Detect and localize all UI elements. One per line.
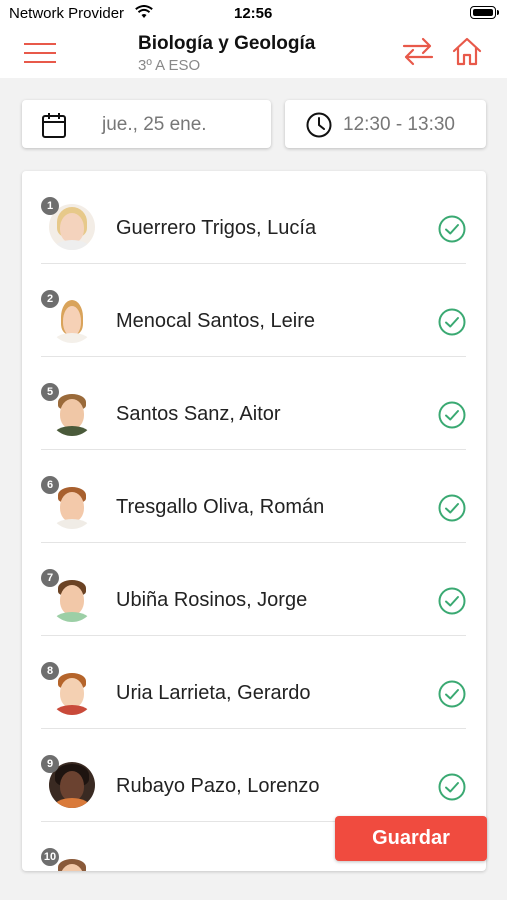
student-number-badge: 8 [41, 662, 59, 680]
time-picker[interactable]: 12:30 - 13:30 [285, 100, 486, 148]
clock-time: 12:56 [234, 5, 273, 22]
student-list: 1 Guerrero Trigos, Lucía 2 Menocal Santo… [22, 171, 486, 871]
battery-icon [470, 6, 499, 19]
student-number-badge: 2 [41, 290, 59, 308]
home-icon[interactable] [451, 35, 483, 72]
date-value: jue., 25 ene. [102, 114, 207, 135]
student-name: Uria Larrieta, Gerardo [116, 682, 311, 704]
save-button[interactable]: Guardar [335, 816, 487, 861]
student-row[interactable]: 2 Menocal Santos, Leire [22, 264, 486, 357]
check-circle-icon[interactable] [437, 307, 467, 342]
student-name: Guerrero Trigos, Lucía [116, 217, 317, 239]
student-row[interactable]: 5 Santos Sanz, Aitor [22, 357, 486, 450]
student-name: Santos Sanz, Aitor [116, 403, 281, 425]
student-row[interactable]: 1 Guerrero Trigos, Lucía [22, 171, 486, 264]
student-name: Rubayo Pazo, Lorenzo [116, 775, 320, 797]
student-number-badge: 5 [41, 383, 59, 401]
check-circle-icon[interactable] [437, 679, 467, 714]
nav-bar: Biología y Geología 3º A ESO [0, 28, 507, 78]
swap-arrows-icon[interactable] [401, 36, 435, 71]
student-row[interactable]: 9 Rubayo Pazo, Lorenzo [22, 729, 486, 822]
time-value: 12:30 - 13:30 [343, 114, 455, 135]
student-number-badge: 7 [41, 569, 59, 587]
page-title: Biología y Geología [138, 33, 316, 54]
carrier-label: Network Provider [9, 5, 125, 22]
check-circle-icon[interactable] [437, 772, 467, 807]
student-name: Tresgallo Oliva, Román [116, 496, 325, 518]
clock-icon [305, 111, 333, 144]
student-name: Menocal Santos, Leire [116, 310, 316, 332]
student-row[interactable]: 6 Tresgallo Oliva, Román [22, 450, 486, 543]
wifi-icon [135, 5, 153, 24]
calendar-icon [40, 111, 68, 144]
student-row[interactable]: 7 Ubiña Rosinos, Jorge [22, 543, 486, 636]
check-circle-icon[interactable] [437, 493, 467, 528]
menu-icon[interactable] [24, 40, 58, 66]
student-name: Ubiña Rosinos, Jorge [116, 589, 308, 611]
student-number-badge: 6 [41, 476, 59, 494]
student-number-badge: 1 [41, 197, 59, 215]
date-picker[interactable]: jue., 25 ene. [22, 100, 271, 148]
check-circle-icon[interactable] [437, 586, 467, 621]
page-subtitle: 3º A ESO [138, 57, 201, 74]
student-number-badge: 10 [41, 848, 59, 866]
student-row[interactable]: 8 Uria Larrieta, Gerardo [22, 636, 486, 729]
check-circle-icon[interactable] [437, 214, 467, 249]
student-number-badge: 9 [41, 755, 59, 773]
status-bar: Network Provider 12:56 [0, 0, 507, 28]
check-circle-icon[interactable] [437, 400, 467, 435]
